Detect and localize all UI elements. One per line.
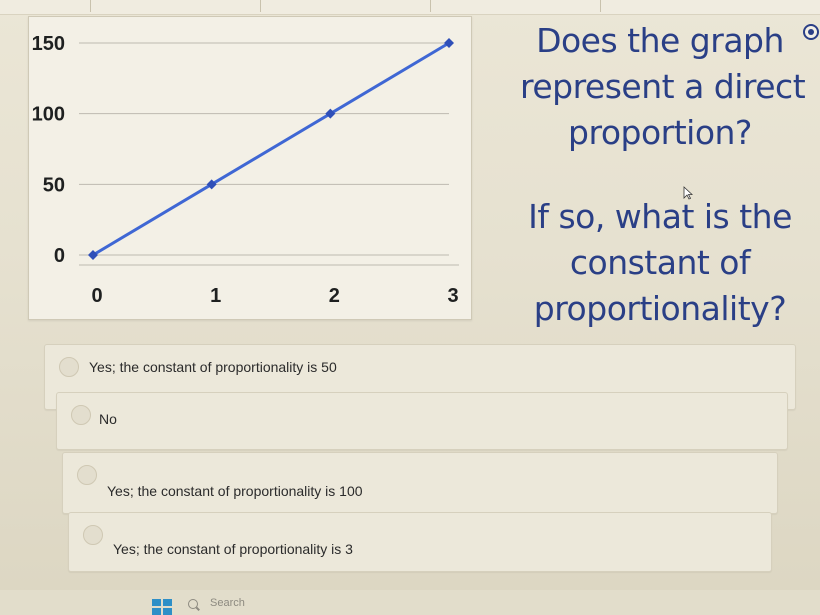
answer-option-label: Yes; the constant of proportionality is … bbox=[113, 541, 353, 557]
question-line: Does the graph bbox=[536, 21, 784, 60]
radio-button[interactable] bbox=[77, 465, 97, 485]
search-icon bbox=[188, 599, 198, 609]
question-line: proportionality? bbox=[533, 289, 787, 328]
question-text: Does the graph represent a direct propor… bbox=[520, 18, 806, 332]
search-placeholder: Search bbox=[210, 597, 245, 609]
answer-option[interactable]: Yes; the constant of proportionality is … bbox=[62, 452, 778, 514]
x-tick-label: 0 bbox=[91, 285, 102, 307]
answer-option[interactable]: Yes; the constant of proportionality is … bbox=[68, 512, 772, 572]
question-line: If so, what is the bbox=[528, 197, 792, 236]
question-line: proportion? bbox=[568, 113, 752, 152]
top-divider bbox=[430, 0, 431, 12]
top-divider bbox=[600, 0, 601, 12]
answer-option[interactable]: No bbox=[56, 392, 788, 450]
taskbar bbox=[0, 590, 820, 615]
settings-icon[interactable] bbox=[803, 24, 819, 40]
x-tick-label: 3 bbox=[447, 285, 458, 307]
y-tick-label: 50 bbox=[43, 174, 65, 196]
y-tick-label: 100 bbox=[32, 104, 65, 126]
top-divider bbox=[90, 0, 91, 12]
taskbar-search[interactable]: Search bbox=[188, 597, 308, 615]
question-line: represent a direct bbox=[520, 67, 806, 106]
radio-button[interactable] bbox=[71, 405, 91, 425]
y-tick-label: 0 bbox=[54, 245, 65, 267]
answer-option-label: Yes; the constant of proportionality is … bbox=[89, 359, 337, 375]
line-chart: 0 50 100 150 0 1 2 3 bbox=[32, 33, 459, 307]
series-line bbox=[92, 41, 450, 257]
radio-button[interactable] bbox=[59, 357, 79, 377]
radio-button[interactable] bbox=[83, 525, 103, 545]
cursor-icon bbox=[683, 186, 693, 200]
graph-card: 0 50 100 150 0 1 2 3 bbox=[28, 16, 472, 320]
x-tick-label: 1 bbox=[210, 285, 221, 307]
question-line: constant of bbox=[569, 243, 751, 282]
x-tick-label: 2 bbox=[329, 285, 340, 307]
windows-start-icon[interactable] bbox=[152, 599, 172, 615]
answer-option-label: Yes; the constant of proportionality is … bbox=[107, 483, 363, 499]
top-strip bbox=[0, 0, 820, 15]
y-tick-label: 150 bbox=[32, 33, 65, 55]
top-divider bbox=[260, 0, 261, 12]
answer-option-label: No bbox=[99, 411, 117, 427]
